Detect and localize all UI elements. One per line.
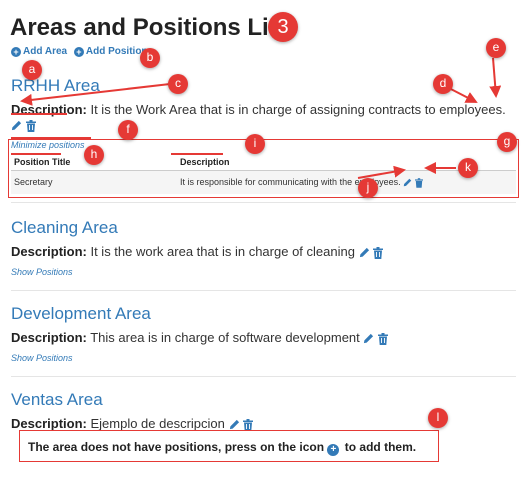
add-area-link[interactable]: + Add Area <box>11 46 70 57</box>
description-underline <box>11 113 67 115</box>
area-title[interactable]: Development Area <box>11 304 516 324</box>
description-label: Description: <box>11 244 87 259</box>
description-text: It is the work area that is in charge of… <box>90 244 355 259</box>
annotation-h: h <box>84 145 104 165</box>
add-position-link[interactable]: + Add Position <box>73 46 148 57</box>
step-badge: 3 <box>268 12 298 42</box>
description-label: Description: <box>11 330 87 345</box>
position-title-underline <box>11 153 61 155</box>
area-title[interactable]: Cleaning Area <box>11 218 516 238</box>
annotation-i: i <box>245 134 265 154</box>
annotation-j: j <box>358 178 378 198</box>
toolbar: + Add Area + Add Position <box>11 46 152 57</box>
pencil-icon[interactable] <box>11 120 22 131</box>
description-label: Description: <box>11 416 87 431</box>
divider <box>11 202 516 203</box>
trash-icon[interactable] <box>373 246 384 259</box>
divider <box>11 376 516 377</box>
plus-circle-icon: + <box>11 47 21 57</box>
annotation-k: k <box>458 158 478 178</box>
area-cleaning: Cleaning Area Description: It is the wor… <box>11 218 516 277</box>
show-positions-link[interactable]: Show Positions <box>11 353 516 363</box>
description-text: This area is in charge of software devel… <box>90 330 360 345</box>
divider <box>11 290 516 291</box>
area-title[interactable]: Ventas Area <box>11 390 516 410</box>
area-description: Description: It is the work area that is… <box>11 244 516 259</box>
description-text: It is the Work Area that is in charge of… <box>90 102 506 117</box>
no-positions-notice: The area does not have positions, press … <box>19 430 439 462</box>
annotation-d: d <box>433 74 453 94</box>
plus-circle-icon: + <box>73 47 84 57</box>
trash-icon[interactable] <box>25 119 36 132</box>
annotation-l: l <box>428 408 448 428</box>
page-title: Areas and Positions List <box>10 14 291 41</box>
annotation-f: f <box>118 120 138 140</box>
description-header-underline <box>171 153 223 155</box>
pencil-icon[interactable] <box>229 419 240 430</box>
description-text: Ejemplo de descripcion <box>90 416 225 431</box>
trash-icon[interactable] <box>243 418 254 431</box>
show-positions-link[interactable]: Show Positions <box>11 267 516 277</box>
area-description: Description: This area is in charge of s… <box>11 330 516 345</box>
area-description: Description: It is the Work Area that is… <box>11 102 516 132</box>
annotation-g: g <box>497 132 517 152</box>
area-development: Development Area Description: This area … <box>11 304 516 363</box>
pencil-icon[interactable] <box>363 333 374 344</box>
plus-circle-icon[interactable]: + <box>327 444 340 456</box>
annotation-a: a <box>22 60 42 80</box>
annotation-b: b <box>140 48 160 68</box>
pencil-icon[interactable] <box>359 247 370 258</box>
annotation-e: e <box>486 38 506 58</box>
minimize-underline <box>11 137 91 139</box>
trash-icon[interactable] <box>378 332 389 345</box>
annotation-c: c <box>168 74 188 94</box>
